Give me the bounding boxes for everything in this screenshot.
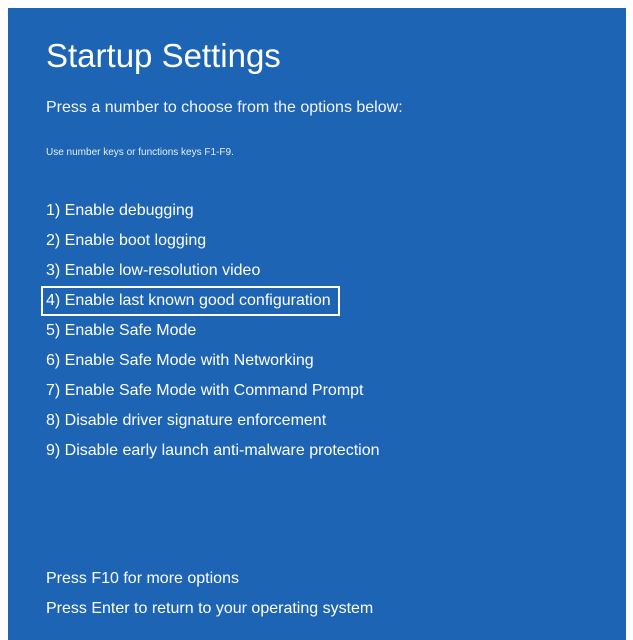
option-label: 9) Disable early launch anti-malware pro… [46, 442, 380, 459]
more-options-text: Press F10 for more options [46, 570, 239, 587]
footer-instructions: Press F10 for more options Press Enter t… [46, 564, 373, 624]
option-label: 5) Enable Safe Mode [46, 322, 197, 339]
option-enable-safe-mode-networking[interactable]: 6) Enable Safe Mode with Networking [46, 346, 380, 376]
option-label: 2) Enable boot logging [46, 232, 207, 249]
option-label: 8) Disable driver signature enforcement [46, 412, 327, 429]
option-enable-safe-mode-command-prompt[interactable]: 7) Enable Safe Mode with Command Prompt [46, 376, 380, 406]
option-label: 1) Enable debugging [46, 202, 194, 219]
option-enable-boot-logging[interactable]: 2) Enable boot logging [46, 226, 380, 256]
instruction-text: Press a number to choose from the option… [46, 99, 403, 116]
option-label: 7) Enable Safe Mode with Command Prompt [46, 382, 364, 399]
option-enable-last-known-good-configuration[interactable]: 4) Enable last known good configuration [41, 286, 380, 316]
option-enable-debugging[interactable]: 1) Enable debugging [46, 196, 380, 226]
startup-settings-screen: Startup Settings Press a number to choos… [8, 8, 626, 640]
option-enable-low-resolution-video[interactable]: 3) Enable low-resolution video [46, 256, 380, 286]
option-label: 6) Enable Safe Mode with Networking [46, 352, 314, 369]
option-label-highlighted: 4) Enable last known good configuration [41, 286, 340, 316]
option-label: 3) Enable low-resolution video [46, 262, 261, 279]
page-title: Startup Settings [46, 37, 281, 74]
option-enable-safe-mode[interactable]: 5) Enable Safe Mode [46, 316, 380, 346]
keys-hint-text: Use number keys or functions keys F1-F9. [46, 147, 234, 158]
return-to-os-text: Press Enter to return to your operating … [46, 600, 374, 617]
option-disable-early-launch-anti-malware[interactable]: 9) Disable early launch anti-malware pro… [46, 436, 380, 466]
option-disable-driver-signature-enforcement[interactable]: 8) Disable driver signature enforcement [46, 406, 380, 436]
startup-options-list: 1) Enable debugging 2) Enable boot loggi… [41, 196, 380, 466]
